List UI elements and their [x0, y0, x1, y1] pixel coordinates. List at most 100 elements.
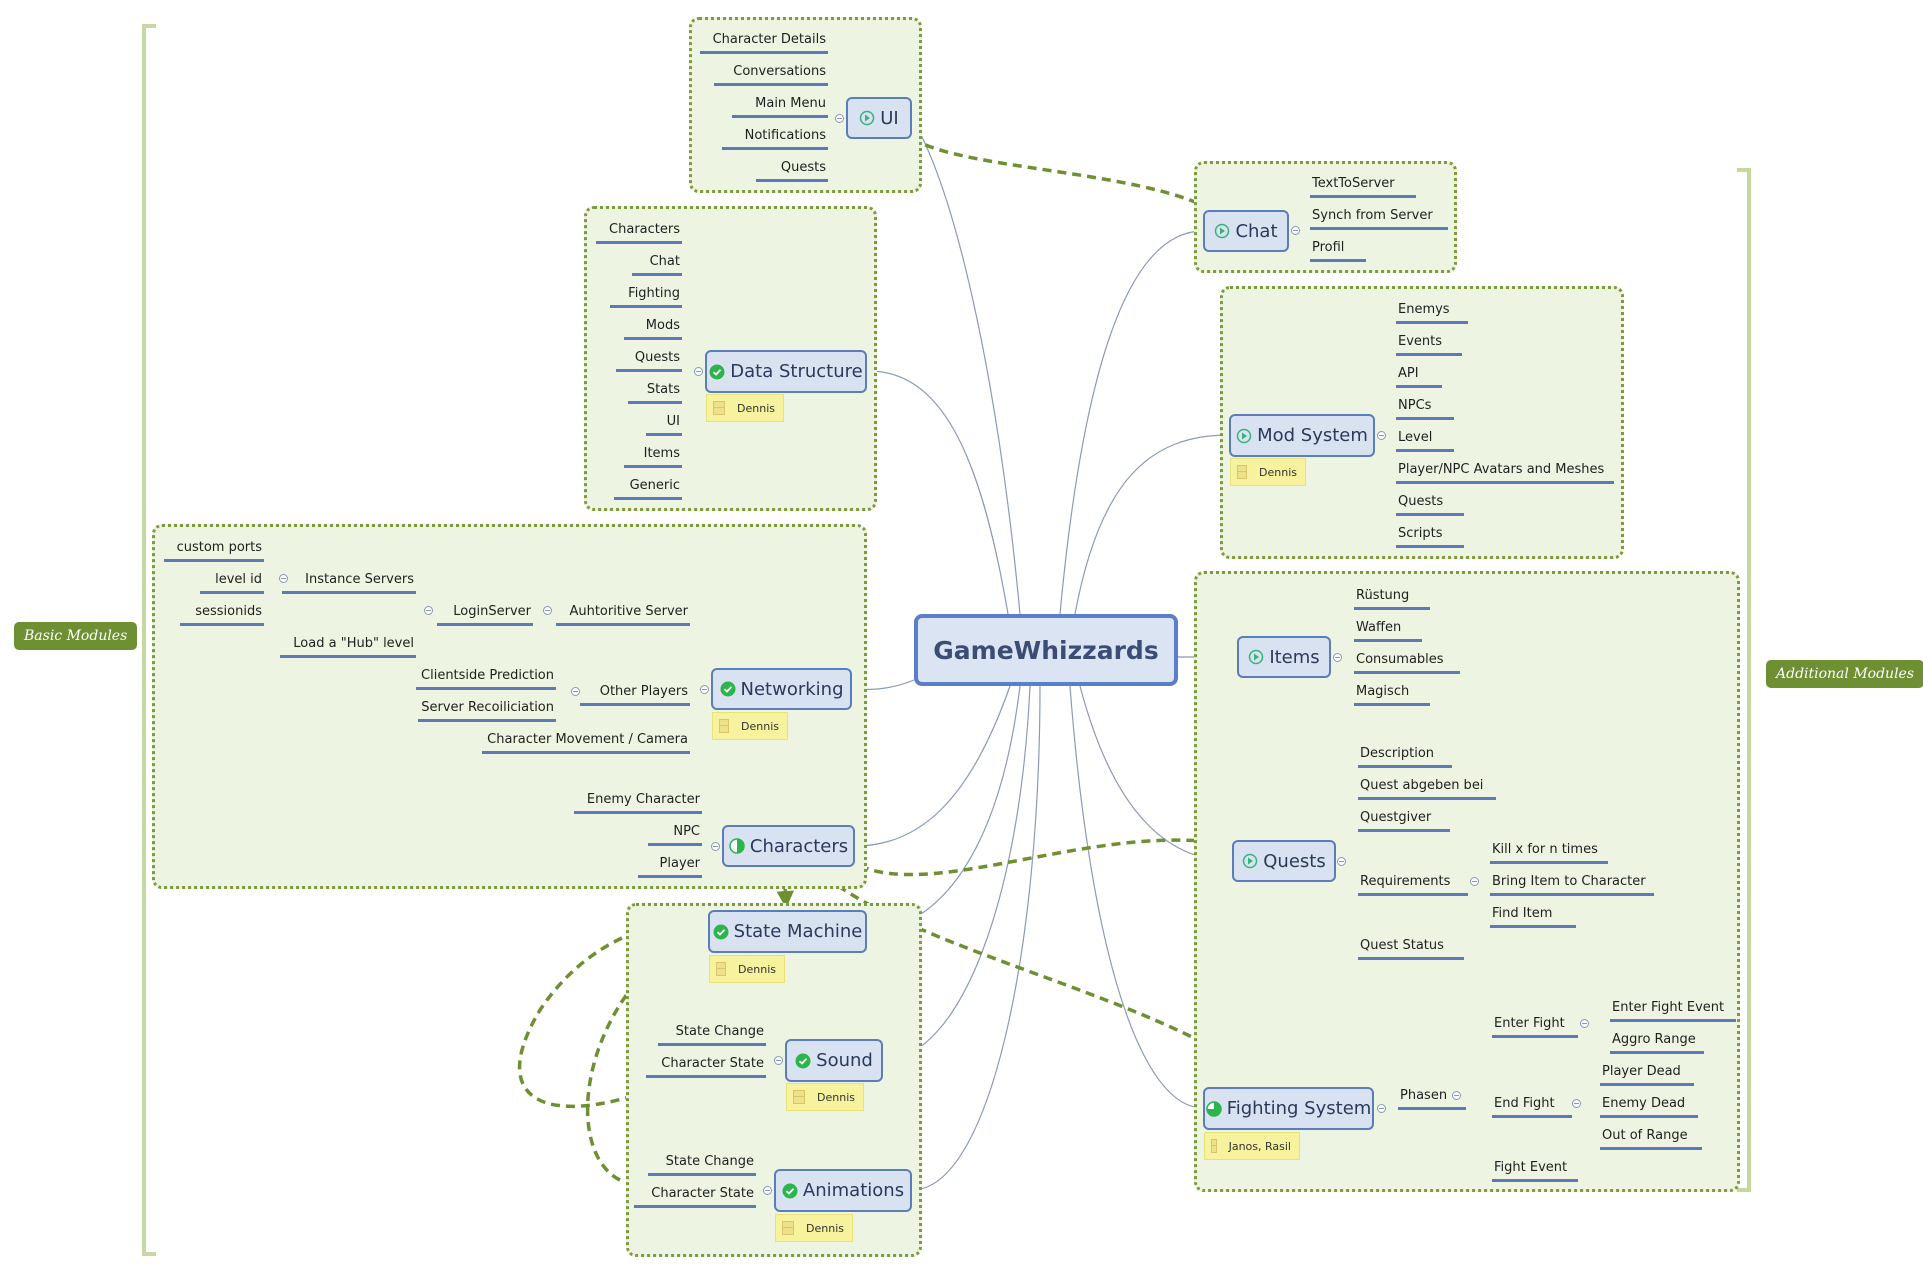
collapse-icon[interactable]	[1452, 1091, 1461, 1100]
ui-leaf[interactable]: Main Menu	[732, 96, 828, 118]
ui-leaf[interactable]: Notifications	[722, 128, 828, 150]
boundary-label-basic-modules[interactable]: Basic Modules	[14, 622, 138, 650]
mod-system-leaf[interactable]: Scripts	[1396, 526, 1464, 548]
chat-leaf[interactable]: Synch from Server	[1310, 208, 1448, 230]
requirements-leaf[interactable]: Find Item	[1490, 906, 1576, 928]
node-quests[interactable]: Quests	[1232, 840, 1336, 882]
networking-leaf[interactable]: sessionids	[180, 604, 264, 626]
networking-leaf[interactable]: Other Players	[580, 684, 690, 706]
collapse-icon[interactable]	[763, 1186, 772, 1195]
node-chat[interactable]: Chat	[1203, 210, 1289, 252]
collapse-icon[interactable]	[1470, 877, 1479, 886]
collapse-icon[interactable]	[543, 606, 552, 615]
networking-leaf[interactable]: Instance Servers	[282, 572, 416, 594]
chat-leaf[interactable]: TextToServer	[1310, 176, 1416, 198]
node-mod-system[interactable]: Mod System	[1229, 414, 1375, 457]
connector-data-structure	[866, 370, 1009, 615]
data-structure-leaf[interactable]: Stats	[628, 382, 682, 404]
quests-leaf[interactable]: Quest abgeben bei	[1358, 778, 1496, 800]
fighting-leaf[interactable]: Fight Event	[1492, 1160, 1578, 1182]
animations-leaf[interactable]: Character State	[634, 1186, 756, 1208]
fighting-leaf[interactable]: Aggro Range	[1610, 1032, 1704, 1054]
fighting-leaf[interactable]: Enemy Dead	[1600, 1096, 1698, 1118]
networking-leaf[interactable]: custom ports	[164, 540, 264, 562]
sound-leaf[interactable]: Character State	[646, 1056, 766, 1078]
networking-leaf[interactable]: Load a "Hub" level	[280, 636, 416, 658]
node-state-machine[interactable]: State Machine	[708, 910, 867, 953]
requirements-leaf[interactable]: Bring Item to Character	[1490, 874, 1654, 896]
node-networking[interactable]: Networking	[711, 668, 852, 710]
requirements-leaf[interactable]: Kill x for n times	[1490, 842, 1608, 864]
boundary-label-additional-modules[interactable]: Additional Modules	[1766, 660, 1923, 688]
collapse-icon[interactable]	[571, 687, 580, 696]
collapse-icon[interactable]	[424, 606, 433, 615]
central-topic[interactable]: GameWhizzards	[914, 614, 1178, 686]
node-sound[interactable]: Sound	[785, 1039, 883, 1082]
collapse-icon[interactable]	[774, 1056, 783, 1065]
mod-system-leaf[interactable]: NPCs	[1396, 398, 1454, 420]
data-structure-leaf[interactable]: Generic	[614, 478, 682, 500]
mod-system-leaf[interactable]: Events	[1396, 334, 1462, 356]
collapse-icon[interactable]	[835, 114, 844, 123]
node-characters[interactable]: Characters	[722, 825, 855, 867]
collapse-icon[interactable]	[711, 842, 720, 851]
fighting-leaf[interactable]: End Fight	[1492, 1096, 1572, 1118]
collapse-icon[interactable]	[1377, 431, 1386, 440]
mod-system-leaf[interactable]: Player/NPC Avatars and Meshes	[1396, 462, 1614, 484]
collapse-icon[interactable]	[1580, 1019, 1589, 1028]
chat-leaf[interactable]: Profil	[1310, 240, 1366, 262]
node-items[interactable]: Items	[1237, 636, 1331, 678]
data-structure-leaf[interactable]: Fighting	[610, 286, 682, 308]
fighting-leaf[interactable]: Player Dead	[1600, 1064, 1694, 1086]
data-structure-leaf[interactable]: Items	[624, 446, 682, 468]
collapse-icon[interactable]	[700, 685, 709, 694]
collapse-icon[interactable]	[279, 574, 288, 583]
collapse-icon[interactable]	[1333, 653, 1342, 662]
assignee-note: Dennis	[1230, 458, 1306, 486]
node-ui[interactable]: UI	[846, 97, 912, 139]
mod-system-leaf[interactable]: Enemys	[1396, 302, 1468, 324]
ui-leaf[interactable]: Conversations	[714, 64, 828, 86]
mod-system-leaf[interactable]: API	[1396, 366, 1442, 388]
collapse-icon[interactable]	[694, 367, 703, 376]
collapse-icon[interactable]	[1291, 226, 1300, 235]
fighting-leaf[interactable]: Enter Fight Event	[1610, 1000, 1736, 1022]
fighting-leaf[interactable]: Enter Fight	[1492, 1016, 1578, 1038]
mod-system-leaf[interactable]: Quests	[1396, 494, 1464, 516]
quests-leaf[interactable]: Questgiver	[1358, 810, 1450, 832]
items-leaf[interactable]: Magisch	[1354, 684, 1430, 706]
networking-leaf[interactable]: level id	[200, 572, 264, 594]
networking-leaf[interactable]: Clientside Prediction	[416, 668, 556, 690]
quests-leaf[interactable]: Quest Status	[1358, 938, 1464, 960]
node-animations[interactable]: Animations	[774, 1169, 912, 1212]
collapse-icon[interactable]	[1377, 1104, 1386, 1113]
items-leaf[interactable]: Rüstung	[1354, 588, 1430, 610]
networking-leaf[interactable]: Server Recoiliciation	[418, 700, 556, 722]
data-structure-leaf[interactable]: Quests	[616, 350, 682, 372]
networking-leaf[interactable]: Auhtoritive Server	[556, 604, 690, 626]
node-data-structure[interactable]: Data Structure	[705, 350, 867, 393]
items-leaf[interactable]: Waffen	[1354, 620, 1422, 642]
networking-leaf[interactable]: LoginServer	[437, 604, 533, 626]
characters-leaf[interactable]: Enemy Character	[574, 792, 702, 814]
data-structure-leaf[interactable]: Mods	[624, 318, 682, 340]
characters-leaf[interactable]: NPC	[648, 824, 702, 846]
ui-leaf[interactable]: Quests	[756, 160, 828, 182]
fighting-leaf[interactable]: Out of Range	[1600, 1128, 1702, 1150]
data-structure-leaf[interactable]: UI	[646, 414, 682, 436]
data-structure-leaf[interactable]: Chat	[632, 254, 682, 276]
networking-leaf[interactable]: Character Movement / Camera	[482, 732, 690, 754]
items-leaf[interactable]: Consumables	[1354, 652, 1460, 674]
collapse-icon[interactable]	[1572, 1099, 1581, 1108]
node-fighting-system[interactable]: Fighting System	[1203, 1087, 1374, 1130]
sound-leaf[interactable]: State Change	[658, 1024, 766, 1046]
relationship-characters-quests	[859, 833, 1238, 877]
ui-leaf[interactable]: Character Details	[700, 32, 828, 54]
quests-leaf[interactable]: Requirements	[1358, 874, 1468, 896]
characters-leaf[interactable]: Player	[638, 856, 702, 878]
mod-system-leaf[interactable]: Level	[1396, 430, 1454, 452]
collapse-icon[interactable]	[1337, 857, 1346, 866]
data-structure-leaf[interactable]: Characters	[596, 222, 682, 244]
quests-leaf[interactable]: Description	[1358, 746, 1452, 768]
animations-leaf[interactable]: State Change	[648, 1154, 756, 1176]
